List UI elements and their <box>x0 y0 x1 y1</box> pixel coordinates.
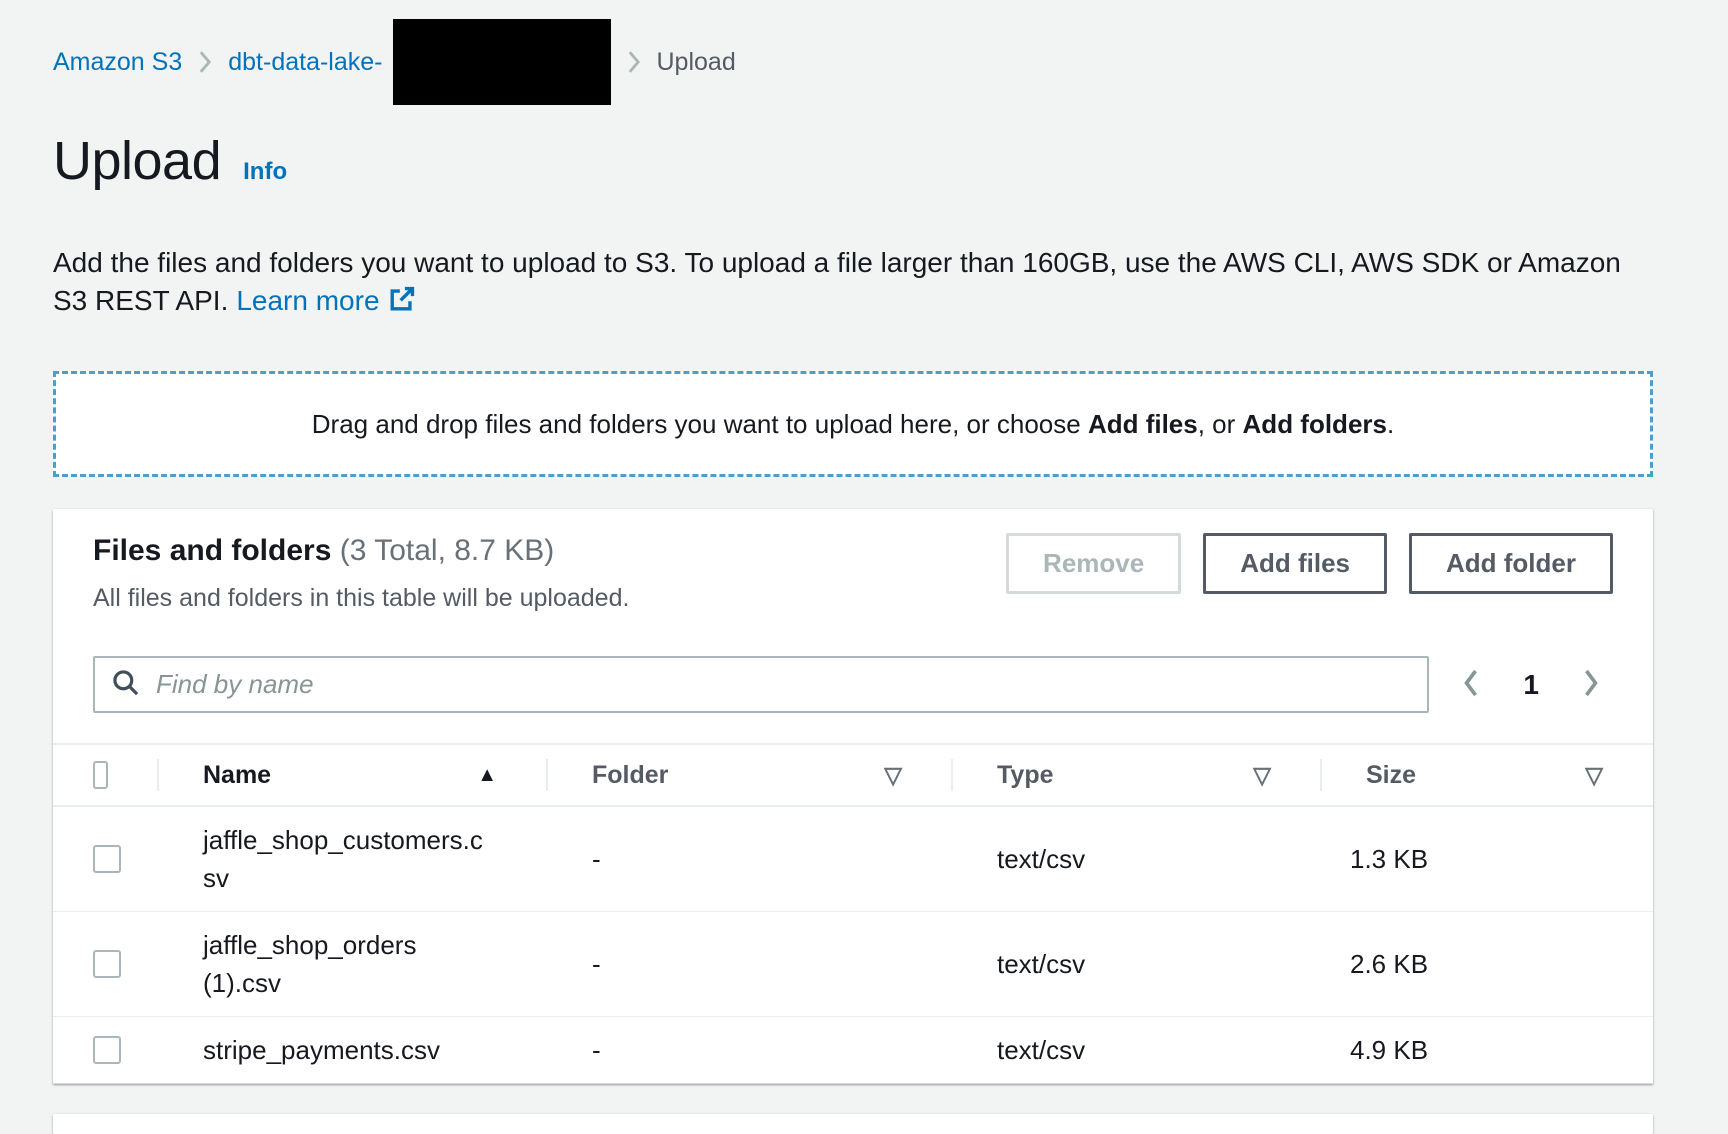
row-checkbox[interactable] <box>93 845 121 873</box>
row-select-cell <box>53 1036 158 1064</box>
next-panel-partial <box>53 1114 1653 1134</box>
table-row: jaffle_shop_orders (1).csv - text/csv 2.… <box>53 912 1653 1017</box>
learn-more-link[interactable]: Learn more <box>236 285 379 316</box>
column-header-name[interactable]: Name ▲ <box>158 745 547 805</box>
folder-cell: - <box>547 945 952 983</box>
files-and-folders-panel: Files and folders (3 Total, 8.7 KB) All … <box>53 509 1653 1084</box>
table-header-row: Name ▲ Folder ▽ Type ▽ Size ▽ <box>53 743 1653 807</box>
panel-header-text: Files and folders (3 Total, 8.7 KB) All … <box>93 533 629 614</box>
folder-cell: - <box>547 1031 952 1069</box>
column-header-folder[interactable]: Folder ▽ <box>547 745 952 805</box>
drag-drop-zone[interactable]: Drag and drop files and folders you want… <box>53 371 1653 477</box>
previous-page-button[interactable] <box>1461 668 1481 701</box>
breadcrumb-bucket[interactable]: dbt-data-lake- <box>228 48 382 77</box>
pagination: 1 <box>1461 668 1613 701</box>
size-cell: 1.3 KB <box>1321 840 1653 878</box>
row-select-cell <box>53 950 158 978</box>
intro-paragraph: Add the files and folders you want to up… <box>53 244 1653 323</box>
panel-actions: Remove Add files Add folder <box>1006 533 1613 594</box>
column-label-folder: Folder <box>592 761 668 790</box>
drop-zone-text-suffix: . <box>1387 409 1394 439</box>
type-cell: text/csv <box>952 1031 1321 1069</box>
files-table: Name ▲ Folder ▽ Type ▽ Size ▽ <box>53 743 1653 1084</box>
table-toolbar: 1 <box>53 656 1653 713</box>
current-page-number[interactable]: 1 <box>1523 669 1539 701</box>
column-label-size: Size <box>1366 761 1416 790</box>
page-content: Amazon S3 dbt-data-lake- Upload Upload I… <box>0 0 1728 1134</box>
redacted-bucket-name <box>393 19 611 105</box>
panel-count-summary: (3 Total, 8.7 KB) <box>340 534 555 567</box>
type-cell: text/csv <box>952 840 1321 878</box>
add-folder-button[interactable]: Add folder <box>1409 533 1613 594</box>
sort-ascending-icon[interactable]: ▲ <box>477 764 497 787</box>
drop-zone-text: Drag and drop files and folders you want… <box>312 409 1394 440</box>
file-name-cell: jaffle_shop_orders (1).csv <box>158 926 493 1002</box>
file-name-cell: jaffle_shop_customers.csv <box>158 821 493 897</box>
panel-title-label: Files and folders <box>93 534 331 567</box>
select-all-header-cell <box>53 745 158 805</box>
panel-title: Files and folders (3 Total, 8.7 KB) <box>93 533 629 569</box>
drop-zone-add-folders-label: Add folders <box>1243 409 1387 439</box>
row-checkbox[interactable] <box>93 1036 121 1064</box>
search-box <box>93 656 1429 713</box>
file-name-cell: stripe_payments.csv <box>158 1031 493 1069</box>
folder-cell: - <box>547 840 952 878</box>
sort-down-icon[interactable]: ▽ <box>884 762 902 789</box>
chevron-left-icon <box>1461 668 1481 701</box>
chevron-right-icon <box>198 49 212 75</box>
breadcrumb-current-upload: Upload <box>657 48 736 77</box>
sort-down-icon[interactable]: ▽ <box>1585 762 1603 789</box>
column-label-name: Name <box>203 761 271 790</box>
breadcrumb: Amazon S3 dbt-data-lake- Upload <box>53 44 1653 80</box>
info-link[interactable]: Info <box>243 158 287 186</box>
panel-subtitle: All files and folders in this table will… <box>93 583 629 614</box>
row-select-cell <box>53 845 158 873</box>
drop-zone-text-prefix: Drag and drop files and folders you want… <box>312 409 1088 439</box>
row-checkbox[interactable] <box>93 950 121 978</box>
add-files-button[interactable]: Add files <box>1203 533 1387 594</box>
size-cell: 4.9 KB <box>1321 1031 1653 1069</box>
search-input[interactable] <box>154 658 1411 711</box>
sort-down-icon[interactable]: ▽ <box>1253 762 1271 789</box>
column-label-type: Type <box>997 761 1054 790</box>
table-row: stripe_payments.csv - text/csv 4.9 KB <box>53 1017 1653 1084</box>
chevron-right-icon <box>1581 668 1601 701</box>
page-title: Upload <box>53 130 221 192</box>
type-cell: text/csv <box>952 945 1321 983</box>
panel-header: Files and folders (3 Total, 8.7 KB) All … <box>53 533 1653 614</box>
external-link-icon[interactable] <box>388 288 415 319</box>
next-page-button[interactable] <box>1581 668 1601 701</box>
search-icon <box>111 668 140 702</box>
chevron-right-icon <box>627 49 641 75</box>
column-header-size[interactable]: Size ▽ <box>1321 745 1653 805</box>
page-title-row: Upload Info <box>53 130 1653 192</box>
remove-button[interactable]: Remove <box>1006 533 1181 594</box>
column-header-type[interactable]: Type ▽ <box>952 745 1321 805</box>
drop-zone-add-files-label: Add files <box>1088 409 1198 439</box>
table-row: jaffle_shop_customers.csv - text/csv 1.3… <box>53 807 1653 912</box>
select-all-checkbox[interactable] <box>93 761 108 789</box>
size-cell: 2.6 KB <box>1321 945 1653 983</box>
breadcrumb-amazon-s3[interactable]: Amazon S3 <box>53 48 182 77</box>
drop-zone-text-middle: , or <box>1198 409 1243 439</box>
